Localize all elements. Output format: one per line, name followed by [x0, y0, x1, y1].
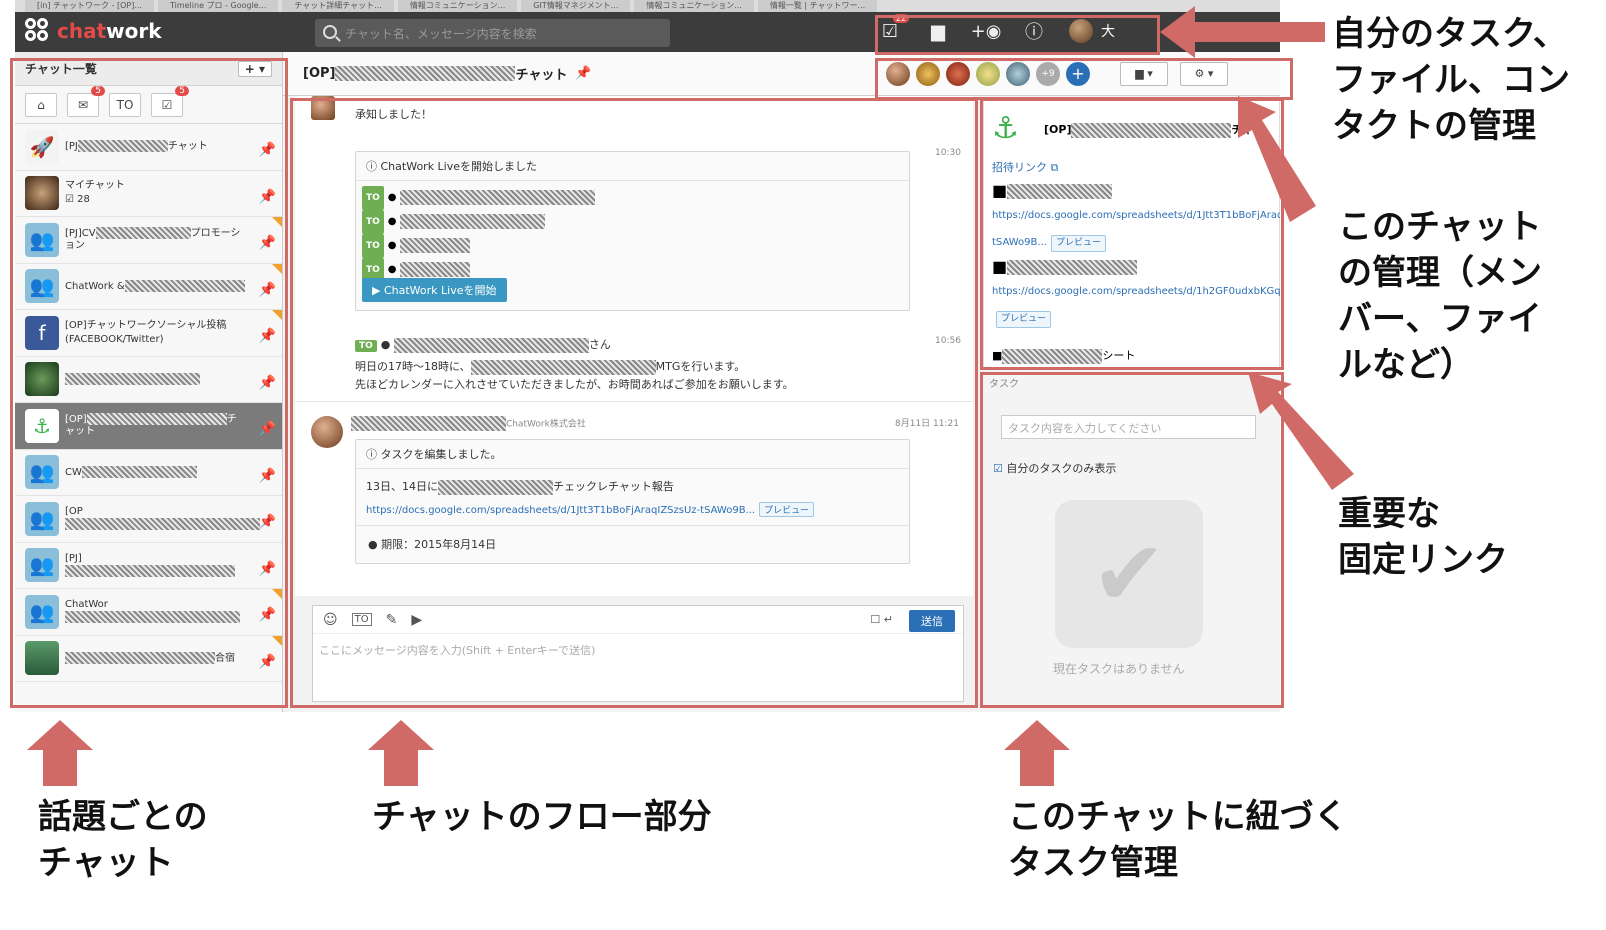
note-task: このチャットに紐づく タスク管理	[1008, 797, 1348, 883]
arrow-flow	[368, 720, 434, 786]
note-pinned: 重要な 固定リンク	[1338, 494, 1508, 580]
note-chat-manage: このチャット の管理（メン バー、ファイ ルなど）	[1338, 207, 1542, 385]
arrow-sidebar	[27, 720, 93, 786]
arrow-top-right	[1160, 6, 1325, 58]
arrow-task	[1004, 720, 1070, 786]
arrow-pinned	[1248, 372, 1354, 490]
note-flow: チャットのフロー部分	[372, 797, 712, 837]
note-top-right: 自分のタスク、 ファイル、コン タクトの管理	[1332, 14, 1570, 146]
note-sidebar: 話題ごとの チャット	[38, 797, 208, 883]
arrow-chat-manage	[1238, 96, 1316, 222]
